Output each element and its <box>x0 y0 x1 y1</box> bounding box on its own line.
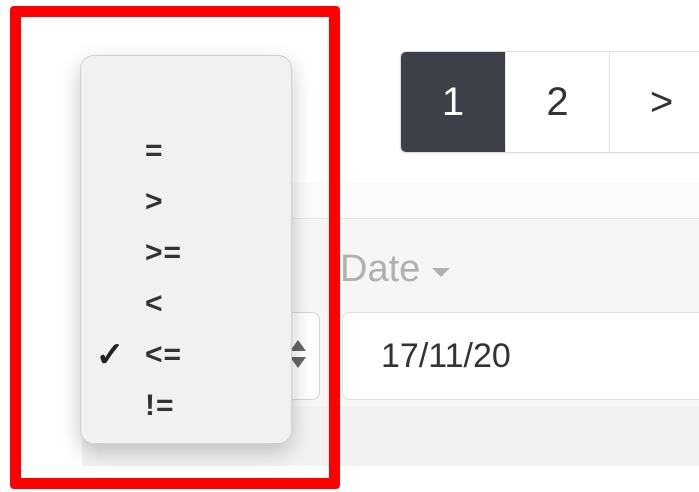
menu-item-equals[interactable]: = <box>81 126 291 176</box>
menu-item-greater-or-equal[interactable]: >= <box>81 228 291 278</box>
next-page-button[interactable]: > <box>609 52 699 152</box>
operator-dropdown-menu: = > >= < ✓ <= != <box>80 55 292 444</box>
date-column-header[interactable]: Date <box>340 248 451 291</box>
menu-item-less-or-equal[interactable]: ✓ <= <box>81 330 291 380</box>
screenshot-stage: 1 2 > Date 17/11/20 = > >= < ✓ <= != <box>0 0 699 492</box>
menu-item-greater-than[interactable]: > <box>81 177 291 227</box>
page-button-1[interactable]: 1 <box>401 52 505 152</box>
menu-item-label: <= <box>145 338 183 371</box>
menu-item-label: != <box>145 389 175 422</box>
menu-item-label: < <box>145 287 164 320</box>
menu-item-less-than[interactable]: < <box>81 279 291 329</box>
arrow-up-icon <box>290 340 306 351</box>
menu-item-not-equal[interactable]: != <box>81 381 291 431</box>
arrow-down-icon <box>290 357 306 368</box>
menu-item-label: >= <box>145 236 183 269</box>
page-button-2[interactable]: 2 <box>505 52 609 152</box>
up-down-arrows-icon <box>290 340 308 372</box>
menu-item-label: > <box>145 185 164 218</box>
pagination: 1 2 > <box>400 51 699 153</box>
date-filter-value: 17/11/20 <box>381 337 511 375</box>
menu-item-label: = <box>145 134 164 167</box>
date-filter-input[interactable]: 17/11/20 <box>342 312 699 400</box>
date-column-label: Date <box>340 248 421 290</box>
checkmark-icon: ✓ <box>95 336 125 374</box>
caret-down-icon <box>432 268 451 277</box>
